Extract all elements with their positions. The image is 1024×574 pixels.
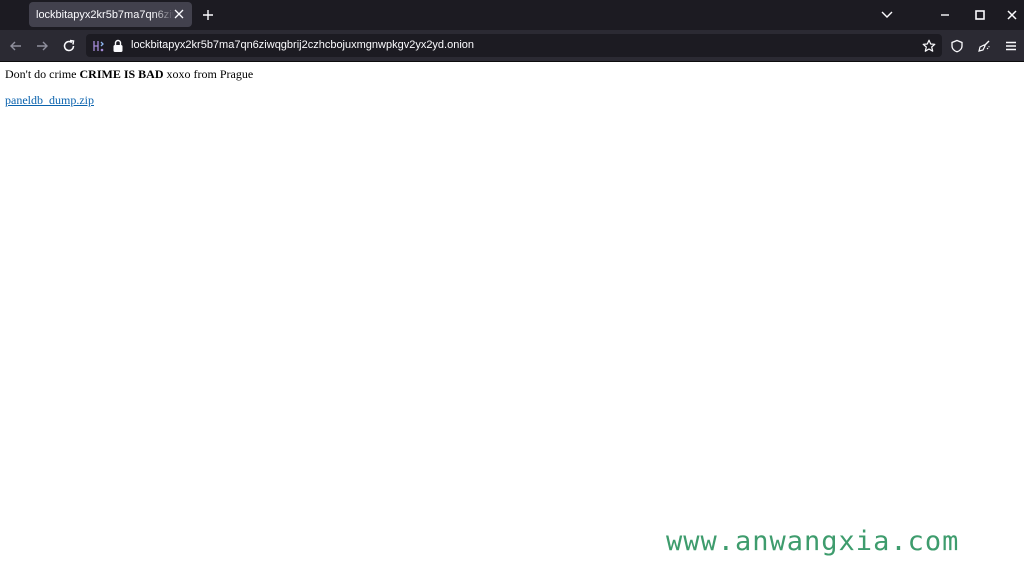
message-text-end: xoxo from Prague (163, 67, 254, 81)
close-window-icon[interactable] (1002, 5, 1022, 25)
tab-title: lockbitapyx2kr5b7ma7qn6ziwqgbrij2czhcboj… (36, 8, 174, 21)
browser-tab[interactable]: lockbitapyx2kr5b7ma7qn6ziwqgbrij2czhcboj… (29, 2, 192, 27)
reload-icon[interactable] (59, 36, 79, 56)
minimize-icon[interactable] (935, 5, 955, 25)
url-text[interactable]: lockbitapyx2kr5b7ma7qn6ziwqgbrij2czhcboj… (131, 39, 474, 51)
forward-icon[interactable] (32, 36, 52, 56)
navigation-toolbar: lockbitapyx2kr5b7ma7qn6ziwqgbrij2czhcboj… (0, 30, 1024, 62)
new-tab-icon[interactable] (199, 6, 217, 24)
maximize-icon[interactable] (970, 5, 990, 25)
watermark-text: www.anwangxia.com (666, 526, 960, 557)
tab-strip: lockbitapyx2kr5b7ma7qn6ziwqgbrij2czhcboj… (0, 0, 1024, 30)
download-link[interactable]: paneldb_dump.zip (5, 92, 94, 108)
back-icon[interactable] (6, 36, 26, 56)
lock-icon[interactable] (110, 38, 126, 54)
message-line: Don't do crime CRIME IS BAD xoxo from Pr… (5, 66, 1024, 82)
message-bold-text: CRIME IS BAD (79, 67, 164, 81)
message-text-start: Don't do crime (5, 67, 80, 81)
page-content: Don't do crime CRIME IS BAD xoxo from Pr… (5, 66, 1024, 108)
onion-circuit-icon[interactable] (90, 38, 106, 54)
shield-icon[interactable] (947, 36, 967, 56)
url-bar[interactable]: lockbitapyx2kr5b7ma7qn6ziwqgbrij2czhcboj… (86, 34, 942, 57)
bookmark-star-icon[interactable] (919, 36, 939, 56)
menu-icon[interactable] (1001, 36, 1021, 56)
tor-broom-icon[interactable] (974, 36, 994, 56)
list-all-tabs-icon[interactable] (877, 5, 897, 25)
close-tab-icon[interactable] (172, 7, 186, 21)
